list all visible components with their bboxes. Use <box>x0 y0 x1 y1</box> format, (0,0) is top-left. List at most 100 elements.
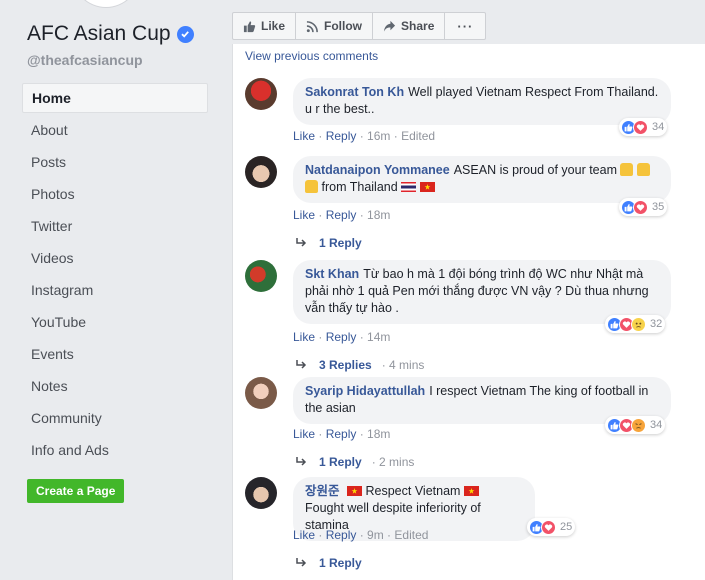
sidebar-item-info-and-ads[interactable]: Info and Ads <box>22 434 208 466</box>
replies-count: 1 Reply <box>319 236 362 250</box>
commenter-avatar[interactable] <box>245 156 277 188</box>
view-replies-link[interactable]: 1 Reply <box>295 556 362 570</box>
view-replies-link[interactable]: 3 Replies · 4 mins <box>295 358 424 372</box>
comment-author[interactable]: Skt Khan <box>305 267 359 281</box>
reaction-count: 35 <box>652 201 665 213</box>
comment-reply-link[interactable]: Reply <box>326 528 357 542</box>
sidebar-item-community[interactable]: Community <box>22 402 208 434</box>
share-page-label: Share <box>401 19 435 33</box>
sidebar-item-videos[interactable]: Videos <box>22 242 208 274</box>
commenter-avatar[interactable] <box>245 377 277 409</box>
comment-meta: Like · Reply · 14m <box>293 330 391 344</box>
vietnam-flag-icon <box>463 486 479 496</box>
comment-like-link[interactable]: Like <box>293 427 315 441</box>
comment-like-link[interactable]: Like <box>293 208 315 222</box>
replies-count: 3 Replies <box>319 358 372 372</box>
thumbs-up-emoji-icon <box>636 163 650 176</box>
sidebar-item-twitter[interactable]: Twitter <box>22 210 208 242</box>
replies-time: · 4 mins <box>381 358 425 372</box>
sad-reaction-icon <box>631 316 646 332</box>
comment-meta: Like · Reply · 16m · Edited <box>293 129 436 143</box>
sidebar-item-about[interactable]: About <box>22 114 208 146</box>
comment-like-link[interactable]: Like <box>293 330 315 344</box>
reaction-summary[interactable]: 32 <box>605 315 666 333</box>
comment-text: ASEAN is proud of your team <box>453 163 617 177</box>
reaction-count: 32 <box>650 318 663 330</box>
comment-time[interactable]: 18m <box>367 427 390 441</box>
verified-badge-icon <box>176 25 194 43</box>
sad-reaction-icon <box>631 417 646 433</box>
follow-page-button[interactable]: Follow <box>295 12 374 40</box>
comment-reply-link[interactable]: Reply <box>326 129 357 143</box>
sidebar-item-events[interactable]: Events <box>22 338 208 370</box>
comment-text-continued: from Thailand <box>321 180 398 194</box>
comment-time[interactable]: 18m <box>367 208 390 222</box>
sidebar-item-photos[interactable]: Photos <box>22 178 208 210</box>
rss-follow-icon <box>306 20 318 32</box>
more-options-button[interactable]: ··· <box>444 12 487 40</box>
comment-author[interactable]: Syarip Hidayattullah <box>305 384 425 398</box>
thumbs-up-emoji-icon <box>620 163 634 176</box>
sidebar-item-youtube[interactable]: YouTube <box>22 306 208 338</box>
love-reaction-icon <box>633 199 648 215</box>
comment-time[interactable]: 9m <box>367 528 384 542</box>
commenter-avatar[interactable] <box>245 78 277 110</box>
replies-time-text: 2 mins <box>379 455 415 469</box>
comment-edited[interactable]: Edited <box>401 129 435 143</box>
comment-author[interactable]: Sakonrat Ton Kh <box>305 85 404 99</box>
vietnam-flag-icon <box>347 486 362 496</box>
view-replies-link[interactable]: 1 Reply · 2 mins <box>295 455 414 469</box>
create-page-button[interactable]: Create a Page <box>27 479 125 503</box>
comment-bubble: Sakonrat Ton Kh Well played Vietnam Respe… <box>293 78 671 125</box>
comment-like-link[interactable]: Like <box>293 129 315 143</box>
view-previous-comments-link[interactable]: View previous comments <box>245 49 378 63</box>
comments-feed: View previous comments Sakonrat Ton Kh We… <box>232 44 705 580</box>
vietnam-flag-icon <box>419 182 435 192</box>
page-action-bar: Like Follow Share ··· <box>232 12 487 40</box>
follow-page-label: Follow <box>324 19 363 33</box>
comment-reply-link[interactable]: Reply <box>326 330 357 344</box>
comment-like-link[interactable]: Like <box>293 528 315 542</box>
reaction-summary[interactable]: 35 <box>619 198 668 216</box>
page-handle[interactable]: @theafcasiancup <box>27 52 143 68</box>
reaction-summary[interactable]: 34 <box>605 416 666 434</box>
replies-time-text: 4 mins <box>389 358 425 372</box>
comment-text: Respect Vietnam <box>365 484 461 498</box>
thumbs-up-emoji-icon <box>305 180 318 193</box>
sidebar-item-notes[interactable]: Notes <box>22 370 208 402</box>
sidebar-item-instagram[interactable]: Instagram <box>22 274 208 306</box>
commenter-avatar[interactable] <box>245 477 277 509</box>
reaction-summary[interactable]: 34 <box>619 118 668 136</box>
sidebar-item-home[interactable]: Home <box>22 83 208 113</box>
thumbs-up-icon <box>243 20 256 32</box>
reply-arrow-icon <box>296 558 307 567</box>
reaction-count: 25 <box>560 521 573 533</box>
view-replies-link[interactable]: 1 Reply <box>295 236 362 250</box>
comment-reply-link[interactable]: Reply <box>326 427 357 441</box>
comment-author[interactable]: Natdanaipon Yommanee <box>305 163 450 177</box>
reaction-count: 34 <box>650 419 663 431</box>
comment-edited[interactable]: Edited <box>394 528 428 542</box>
like-page-button[interactable]: Like <box>232 12 297 40</box>
sidebar-item-posts[interactable]: Posts <box>22 146 208 178</box>
comment-time[interactable]: 16m <box>367 129 390 143</box>
comment-meta: Like · Reply · 18m <box>293 427 391 441</box>
love-reaction-icon <box>541 519 556 535</box>
page-title[interactable]: AFC Asian Cup <box>27 22 194 46</box>
commenter-avatar[interactable] <box>245 260 277 292</box>
comment-meta: Like · Reply · 9m · Edited <box>293 528 429 542</box>
main-column: Like Follow Share ··· View previous comm… <box>232 0 705 580</box>
like-page-label: Like <box>261 19 286 33</box>
comment-time[interactable]: 14m <box>367 330 390 344</box>
reply-arrow-icon <box>296 360 307 369</box>
comment-bubble: Natdanaipon Yommanee ASEAN is proud of yo… <box>293 156 671 203</box>
page-sidebar: AFC Asian Cup @theafcasiancup Home About… <box>0 0 219 580</box>
page-profile-picture[interactable] <box>72 0 140 8</box>
page-name-text[interactable]: AFC Asian Cup <box>27 22 171 46</box>
comment-reply-link[interactable]: Reply <box>326 208 357 222</box>
reaction-summary[interactable]: 25 <box>527 518 576 536</box>
more-options-icon: ··· <box>457 18 474 34</box>
thailand-flag-icon <box>401 182 417 192</box>
share-page-button[interactable]: Share <box>372 12 446 40</box>
comment-author[interactable]: 장원준 <box>305 484 340 498</box>
